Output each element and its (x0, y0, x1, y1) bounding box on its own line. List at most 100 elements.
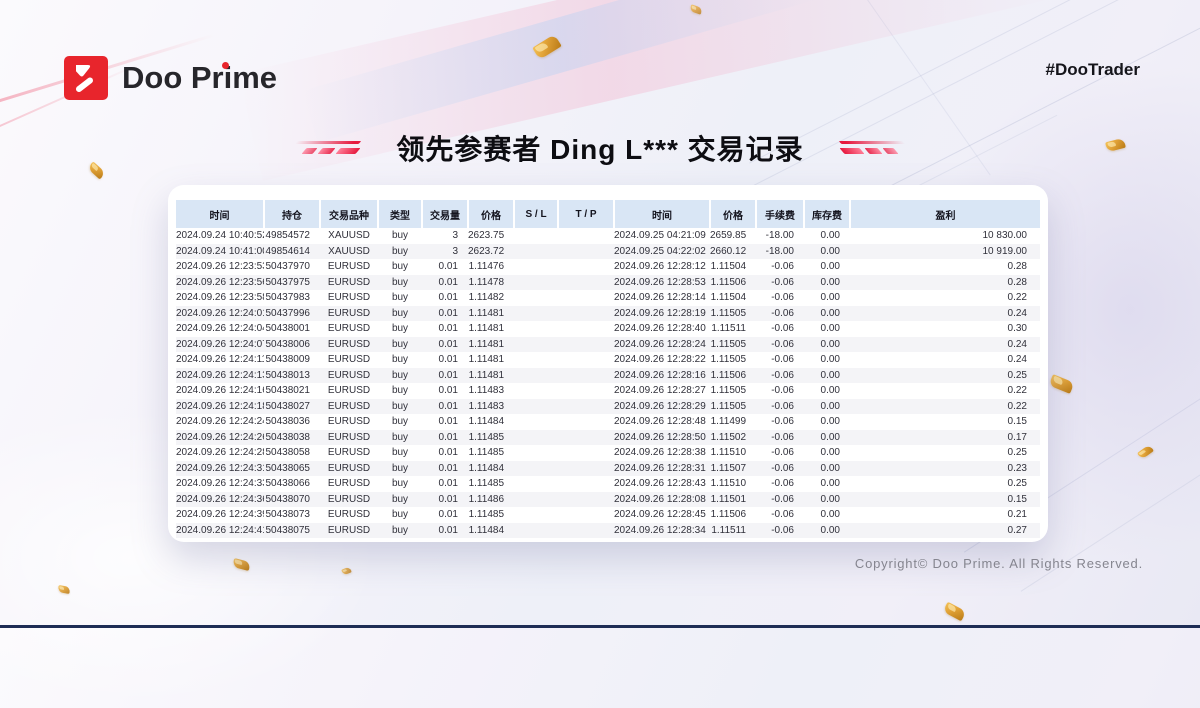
table-cell: 0.00 (804, 306, 850, 322)
table-cell: XAUUSD (320, 228, 378, 244)
table-cell: -0.06 (756, 414, 804, 430)
table-cell: 1.11482 (468, 290, 514, 306)
table-cell (514, 476, 558, 492)
table-cell: 2024.09.26 12:24:18 (176, 399, 264, 415)
table-cell: 2623.72 (468, 244, 514, 260)
table-cell: 1.11499 (710, 414, 756, 430)
table-cell: EURUSD (320, 430, 378, 446)
table-cell: -0.06 (756, 445, 804, 461)
table-cell: 2024.09.26 12:28:14 (614, 290, 710, 306)
table-cell: 1.11484 (468, 461, 514, 477)
table-cell: buy (378, 337, 422, 353)
table-cell: 0.01 (422, 461, 468, 477)
copyright-text: Copyright© Doo Prime. All Rights Reserve… (855, 556, 1143, 571)
table-cell (558, 321, 614, 337)
table-cell: EURUSD (320, 523, 378, 539)
table-cell (558, 368, 614, 384)
promo-banner: { "brand": { "name": "Doo Prime", "hasht… (0, 0, 1200, 628)
table-cell: 50437975 (264, 275, 320, 291)
table-cell: EURUSD (320, 368, 378, 384)
table-cell: buy (378, 259, 422, 275)
table-cell: 0.01 (422, 507, 468, 523)
table-cell: 2024.09.26 12:24:07 (176, 337, 264, 353)
table-cell: buy (378, 523, 422, 539)
table-cell: buy (378, 476, 422, 492)
table-cell: buy (378, 461, 422, 477)
table-cell (514, 523, 558, 539)
table-cell: 50438073 (264, 507, 320, 523)
table-cell (558, 399, 614, 415)
table-row: 2024.09.24 10:40:5249854572XAUUSDbuy3262… (176, 228, 1040, 244)
table-cell: 1.11505 (710, 306, 756, 322)
table-row: 2024.09.26 12:24:3350438066EURUSDbuy0.01… (176, 476, 1040, 492)
table-cell: 2024.09.26 12:24:26 (176, 430, 264, 446)
table-cell (558, 290, 614, 306)
table-cell: 2024.09.26 12:24:39 (176, 507, 264, 523)
table-cell: 1.11478 (468, 275, 514, 291)
table-cell (558, 383, 614, 399)
table-cell: 0.00 (804, 275, 850, 291)
table-cell: -0.06 (756, 492, 804, 508)
table-cell: -18.00 (756, 244, 804, 260)
table-cell: 1.11476 (468, 259, 514, 275)
table-cell: 0.01 (422, 321, 468, 337)
table-cell: 50438058 (264, 445, 320, 461)
table-row: 2024.09.26 12:23:5650437975EURUSDbuy0.01… (176, 275, 1040, 291)
table-cell: 0.01 (422, 337, 468, 353)
table-cell: 0.23 (850, 461, 1040, 477)
table-cell: EURUSD (320, 445, 378, 461)
brand-name: Doo Prime (122, 60, 277, 96)
table-row: 2024.09.26 12:23:5850437983EURUSDbuy0.01… (176, 290, 1040, 306)
table-cell: 0.00 (804, 321, 850, 337)
table-cell: 2024.09.25 04:21:09 (614, 228, 710, 244)
table-cell: 3 (422, 244, 468, 260)
table-cell: EURUSD (320, 352, 378, 368)
table-cell: EURUSD (320, 383, 378, 399)
table-cell: buy (378, 352, 422, 368)
table-cell: 2024.09.26 12:28:29 (614, 399, 710, 415)
table-cell: 2024.09.26 12:24:41 (176, 523, 264, 539)
table-cell: 1.11505 (710, 383, 756, 399)
table-row: 2024.09.26 12:24:3950438073EURUSDbuy0.01… (176, 507, 1040, 523)
table-cell: 1.11481 (468, 352, 514, 368)
table-cell: 50438065 (264, 461, 320, 477)
table-cell: 2024.09.26 12:24:33 (176, 476, 264, 492)
table-cell: -0.06 (756, 430, 804, 446)
table-row: 2024.09.26 12:24:0750438006EURUSDbuy0.01… (176, 337, 1040, 353)
table-cell (514, 228, 558, 244)
table-cell: 1.11484 (468, 523, 514, 539)
table-cell: EURUSD (320, 259, 378, 275)
table-cell: 1.11505 (710, 352, 756, 368)
table-row: 2024.09.26 12:24:1650438021EURUSDbuy0.01… (176, 383, 1040, 399)
table-cell: 50437983 (264, 290, 320, 306)
table-row: 2024.09.26 12:24:0150437996EURUSDbuy0.01… (176, 306, 1040, 322)
table-cell: 2024.09.26 12:23:53 (176, 259, 264, 275)
table-cell: 50438027 (264, 399, 320, 415)
table-row: 2024.09.26 12:24:1850438027EURUSDbuy0.01… (176, 399, 1040, 415)
table-cell: 2024.09.26 12:24:04 (176, 321, 264, 337)
table-cell: 0.22 (850, 383, 1040, 399)
table-cell (558, 523, 614, 539)
column-header: 持仓 (264, 200, 320, 228)
column-header: 盈利 (850, 200, 1040, 228)
table-row: 2024.09.26 12:23:5350437970EURUSDbuy0.01… (176, 259, 1040, 275)
column-header: 交易品种 (320, 200, 378, 228)
table-cell: -0.06 (756, 275, 804, 291)
table-cell (514, 430, 558, 446)
table-cell: 1.11504 (710, 290, 756, 306)
table-cell: -0.06 (756, 337, 804, 353)
table-cell: 2024.09.26 12:24:31 (176, 461, 264, 477)
table-cell: -0.06 (756, 306, 804, 322)
table-cell: 0.00 (804, 383, 850, 399)
table-cell: buy (378, 399, 422, 415)
table-cell: 1.11506 (710, 507, 756, 523)
table-cell: 2024.09.24 10:41:00 (176, 244, 264, 260)
column-header: 时间 (614, 200, 710, 228)
table-cell (514, 337, 558, 353)
confetti-ribbon (1137, 444, 1154, 459)
table-cell: 50438009 (264, 352, 320, 368)
table-cell: -0.06 (756, 383, 804, 399)
table-cell: 2024.09.26 12:28:19 (614, 306, 710, 322)
table-cell: 1.11510 (710, 445, 756, 461)
table-row: 2024.09.26 12:24:3650438070EURUSDbuy0.01… (176, 492, 1040, 508)
